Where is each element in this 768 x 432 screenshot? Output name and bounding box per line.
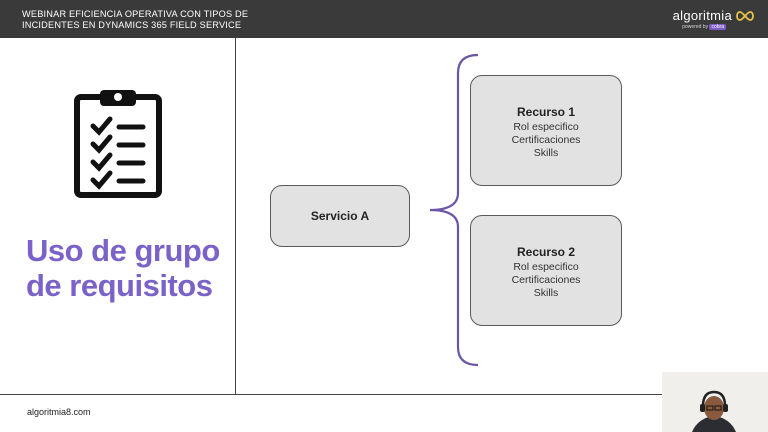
slide-headline: Uso de grupo de requisitos [26,233,231,303]
top-bar: WEBINAR EFICIENCIA OPERATIVA CON TIPOS D… [0,0,768,38]
webcam-overlay [662,372,768,432]
presentation-title: WEBINAR EFICIENCIA OPERATIVA CON TIPOS D… [22,9,282,31]
presenter-video-icon [662,372,768,432]
service-title: Servicio A [310,209,370,223]
logo-subtitle: powered by cobra [682,24,726,30]
resource-1-role: Rol especifico [513,121,579,133]
clipboard-checklist-icon [74,90,162,198]
brand-logo: algoritmia powered by cobra [646,6,756,32]
headline-line-1: Uso de grupo [26,233,220,268]
resource-1-skills: Skills [533,147,559,159]
resource-box-1: Recurso 1 Rol especifico Certificaciones… [470,75,622,186]
logo-wordmark: algoritmia [672,8,732,23]
resource-2-certifications: Certificaciones [511,274,581,286]
resource-1-certifications: Certificaciones [511,134,581,146]
resource-2-title: Recurso 2 [516,245,576,259]
service-box: Servicio A [270,185,410,247]
title-line-2: INCIDENTES EN DYNAMICS 365 FIELD SERVICE [22,20,242,30]
logo-badge: cobra [709,24,726,30]
vertical-divider [235,38,236,394]
title-line-1: WEBINAR EFICIENCIA OPERATIVA CON TIPOS D… [22,9,249,19]
infinity-icon [736,11,754,21]
resource-1-title: Recurso 1 [516,105,576,119]
footer-divider [0,394,768,395]
resource-box-2: Recurso 2 Rol especifico Certificaciones… [470,215,622,326]
resource-2-skills: Skills [533,287,559,299]
headline-line-2: de requisitos [26,268,213,303]
resource-2-role: Rol especifico [513,261,579,273]
footer-url: algoritmia8.com [27,407,91,417]
